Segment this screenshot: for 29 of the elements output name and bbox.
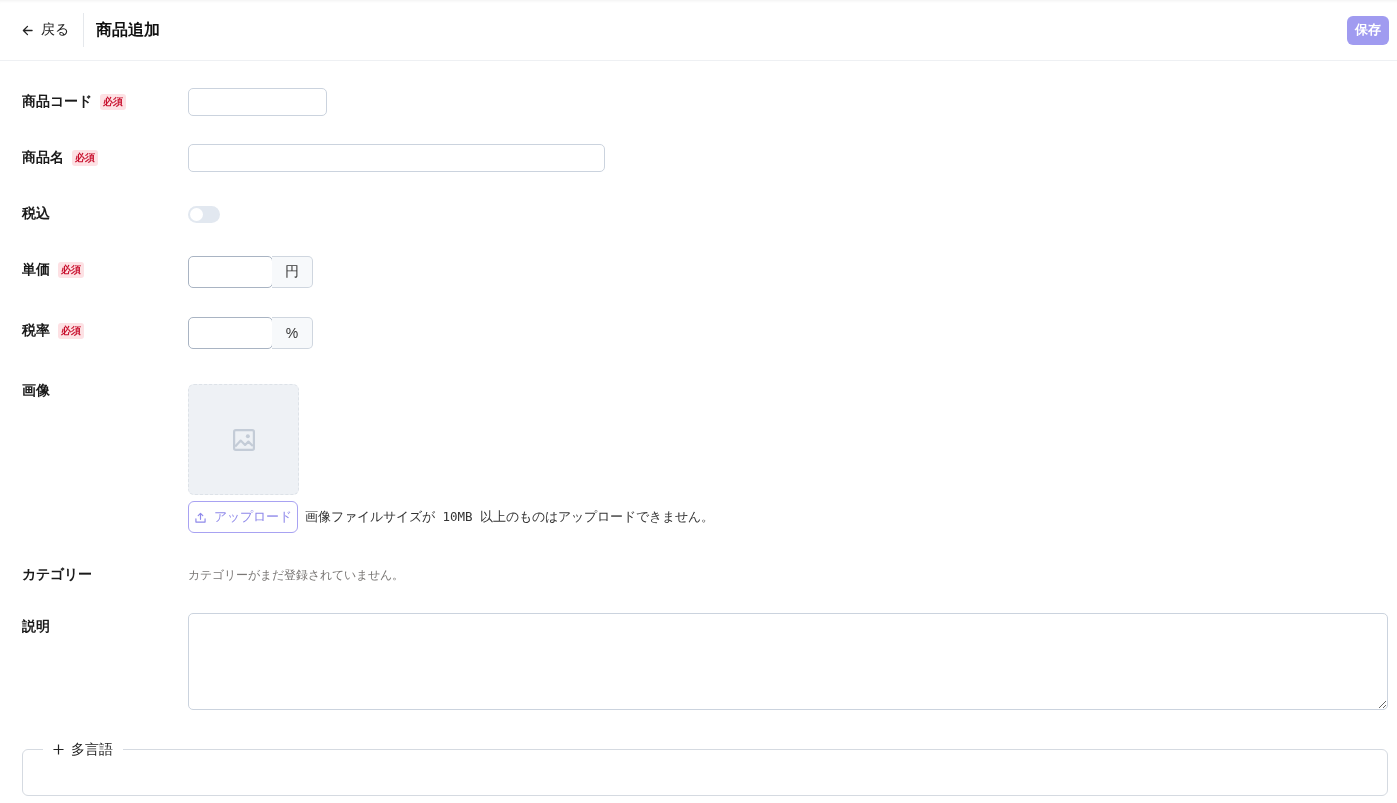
field-label: 税込 (22, 205, 50, 223)
field-label: 説明 (22, 618, 50, 636)
field-label: 商品名 (22, 149, 64, 167)
description-field[interactable] (188, 613, 1388, 710)
input-field[interactable] (188, 256, 273, 288)
field-label: 税率 (22, 322, 50, 340)
upload-note: 画像ファイルサイズが 10MB 以上のものはアップロードできません。 (305, 508, 715, 526)
unit-label: % (272, 317, 313, 349)
field-label: 商品コード (22, 93, 92, 111)
add-language-button[interactable]: 多言語 (53, 740, 113, 758)
page-title: 商品追加 (96, 19, 160, 40)
required-badge: 必須 (58, 323, 84, 339)
back-button[interactable]: 戻る (22, 21, 69, 39)
upload-icon (194, 511, 206, 523)
plus-icon (53, 743, 64, 755)
field-label: 単価 (22, 261, 50, 279)
toggle-switch[interactable] (188, 205, 220, 223)
input-field[interactable] (188, 317, 273, 349)
unit-label: 円 (272, 256, 313, 288)
image-icon (232, 428, 255, 451)
required-badge: 必須 (100, 94, 126, 110)
left-arrow-icon (22, 24, 33, 36)
required-badge: 必須 (72, 150, 98, 166)
field-label: カテゴリー (22, 566, 92, 584)
input-field[interactable] (188, 144, 605, 172)
empty-category-message: カテゴリーがまだ登録されていません。 (188, 566, 404, 584)
required-badge: 必須 (58, 262, 84, 278)
field-label: 画像 (22, 382, 50, 400)
input-field[interactable] (188, 88, 327, 116)
